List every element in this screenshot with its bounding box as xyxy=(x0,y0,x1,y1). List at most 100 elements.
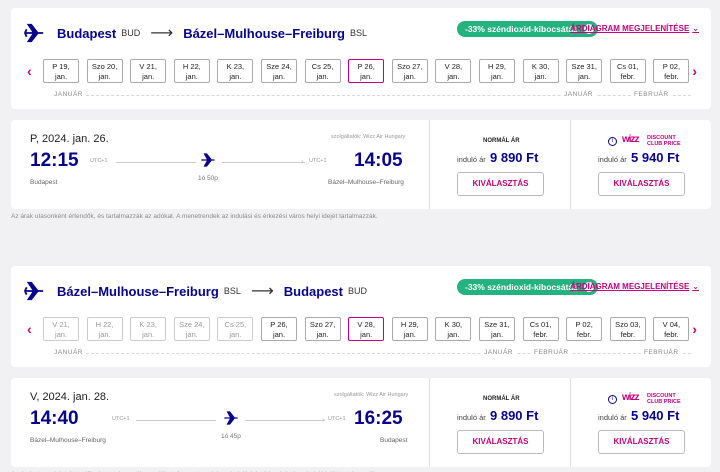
date-option[interactable]: Szo 20, jan. xyxy=(86,59,123,83)
chevron-down-icon: ⌄ xyxy=(692,24,699,33)
to-code: BSL xyxy=(350,28,368,38)
date-option[interactable]: Sze 31, jan. xyxy=(479,317,515,341)
discount-club-logo: wizz xyxy=(622,134,640,145)
to-city: Budapest xyxy=(283,283,343,299)
date-option[interactable]: P 26, jan. xyxy=(348,59,385,83)
flight-card: V, 2024. jan. 28. szolgáltatók: Wizz Air… xyxy=(11,378,711,467)
normal-price-label: NORMÁL ÁR xyxy=(483,138,520,144)
from-label: induló ár xyxy=(598,413,627,422)
plane-logo-icon xyxy=(24,281,44,301)
date-option[interactable]: V 28, jan. xyxy=(348,317,385,341)
chevron-right-icon[interactable]: › xyxy=(692,63,697,79)
month-label: JANUÁR xyxy=(481,349,517,356)
price-diagram-link[interactable]: ÁRDIAGRAM MEGJELENÍTÉSE ⌄ xyxy=(570,282,699,291)
date-selector: ‹ P 19, jan. Szo 20, jan. V 21, jan. H 22, jan.… xyxy=(27,59,697,83)
route-header-card: Budapest BUD ⟶ Bázel–Mulhouse–Freiburg B… xyxy=(11,8,711,109)
arrow-right-icon: ⟶ xyxy=(150,25,174,42)
flight-date: P, 2024. jan. 26. xyxy=(30,133,109,145)
arrival-utc: UTC+1 xyxy=(309,158,327,164)
normal-price-label: NORMÁL ÁR xyxy=(483,396,520,402)
from-label: induló ár xyxy=(598,155,627,164)
divider xyxy=(429,378,430,467)
month-strip: JANUÁR JANUÁR FEBRUÁR xyxy=(51,91,691,107)
operator: szolgáltatók: Wizz Air Hungary xyxy=(331,134,406,140)
date-option[interactable]: Szo 27, jan. xyxy=(304,317,341,341)
date-option[interactable]: P 26, jan. xyxy=(261,317,297,341)
departure-time: 12:15 xyxy=(30,150,79,171)
arrow-right-icon: ⟶ xyxy=(250,283,274,300)
arrival-time: 14:05 xyxy=(354,150,403,171)
date-option[interactable]: Szo 27, jan. xyxy=(391,59,428,83)
month-label: JANUÁR xyxy=(51,349,87,356)
date-option[interactable]: P 19, jan. xyxy=(43,59,79,83)
date-option[interactable]: Sze 24, jan. xyxy=(173,317,210,341)
info-icon[interactable]: i xyxy=(608,395,617,404)
date-option[interactable]: K 23, jan. xyxy=(217,59,254,83)
departure-city: Budapest xyxy=(30,179,58,186)
route-line xyxy=(136,420,216,421)
date-option[interactable]: Cs 01, febr. xyxy=(522,317,559,341)
route-title: Bázel–Mulhouse–Freiburg BSL ⟶ Budapest B… xyxy=(23,276,699,306)
select-normal-button[interactable]: KIVÁLASZTÁS xyxy=(457,172,544,196)
normal-price: 9 890 Ft xyxy=(490,150,539,165)
chevron-down-icon: ⌄ xyxy=(692,282,699,291)
route-title: Budapest BUD ⟶ Bázel–Mulhouse–Freiburg B… xyxy=(23,18,699,48)
date-option[interactable]: K 23, jan. xyxy=(130,317,167,341)
duration: 1ó 45p xyxy=(221,433,241,440)
select-club-button[interactable]: KIVÁLASZTÁS xyxy=(598,430,685,454)
arrow-head-icon: › xyxy=(301,157,304,166)
arrival-city: Budapest xyxy=(380,437,408,444)
operator: szolgáltatók: Wizz Air Hungary xyxy=(334,392,409,398)
plane-icon xyxy=(224,411,238,425)
date-option[interactable]: Cs 25, jan. xyxy=(217,317,254,341)
from-city: Budapest xyxy=(57,25,117,41)
info-icon[interactable]: i xyxy=(608,137,617,146)
date-option[interactable]: H 22, jan. xyxy=(173,59,210,83)
club-price: 5 940 Ft xyxy=(631,408,680,423)
arrival-utc: UTC+1 xyxy=(328,416,346,422)
select-normal-button[interactable]: KIVÁLASZTÁS xyxy=(457,430,544,454)
month-label: FEBRUÁR xyxy=(631,91,672,98)
arrow-head-icon: › xyxy=(322,415,325,424)
date-option[interactable]: Szo 03, febr. xyxy=(609,317,646,341)
chevron-right-icon[interactable]: › xyxy=(692,321,697,337)
route-line xyxy=(116,162,196,163)
month-label: FEBRUÁR xyxy=(641,349,682,356)
date-option[interactable]: P 02, febr. xyxy=(566,317,603,341)
price-diagram-link[interactable]: ÁRDIAGRAM MEGJELENÍTÉSE ⌄ xyxy=(570,24,699,33)
month-label: JANUÁR xyxy=(561,91,597,98)
from-label: induló ár xyxy=(457,155,486,164)
flight-card: P, 2024. jan. 26. szolgáltatók: Wizz Air… xyxy=(11,120,711,209)
date-option[interactable]: V 04, febr. xyxy=(653,317,690,341)
month-strip: JANUÁR JANUÁR FEBRUÁR FEBRUÁR xyxy=(51,349,691,365)
date-option[interactable]: H 29, jan. xyxy=(479,59,515,83)
departure-time: 14:40 xyxy=(30,408,79,429)
date-selector: ‹ V 21, jan. H 22, jan. K 23, jan. Sze 24, jan.… xyxy=(27,317,697,341)
from-code: BSL xyxy=(223,286,241,296)
flight-date: V, 2024. jan. 28. xyxy=(30,391,110,403)
date-option[interactable]: Cs 25, jan. xyxy=(304,59,341,83)
date-option[interactable]: V 28, jan. xyxy=(435,59,472,83)
date-option[interactable]: V 21, jan. xyxy=(130,59,167,83)
date-option[interactable]: K 30, jan. xyxy=(522,59,559,83)
month-label: FEBRUÁR xyxy=(531,349,572,356)
date-option[interactable]: H 29, jan. xyxy=(391,317,428,341)
price-footnote: Az árak utasonként értendők, és tartalma… xyxy=(11,213,378,220)
to-code: BUD xyxy=(348,286,368,296)
date-option[interactable]: Cs 01, febr. xyxy=(609,59,646,83)
date-option[interactable]: K 30, jan. xyxy=(435,317,472,341)
normal-price: 9 890 Ft xyxy=(490,408,539,423)
date-option[interactable]: H 22, jan. xyxy=(86,317,123,341)
date-option[interactable]: P 02, febr. xyxy=(653,59,690,83)
select-club-button[interactable]: KIVÁLASZTÁS xyxy=(598,172,685,196)
from-city: Bázel–Mulhouse–Freiburg xyxy=(57,283,219,299)
duration: 1ó 50p xyxy=(198,175,218,182)
date-option[interactable]: V 21, jan. xyxy=(43,317,79,341)
arrival-city: Bázel–Mulhouse–Freiburg xyxy=(328,179,404,186)
date-option[interactable]: Sze 24, jan. xyxy=(261,59,297,83)
chevron-left-icon[interactable]: ‹ xyxy=(27,63,32,79)
divider xyxy=(429,120,430,209)
plane-icon xyxy=(201,153,215,167)
date-option[interactable]: Sze 31, jan. xyxy=(566,59,603,83)
chevron-left-icon[interactable]: ‹ xyxy=(27,321,32,337)
